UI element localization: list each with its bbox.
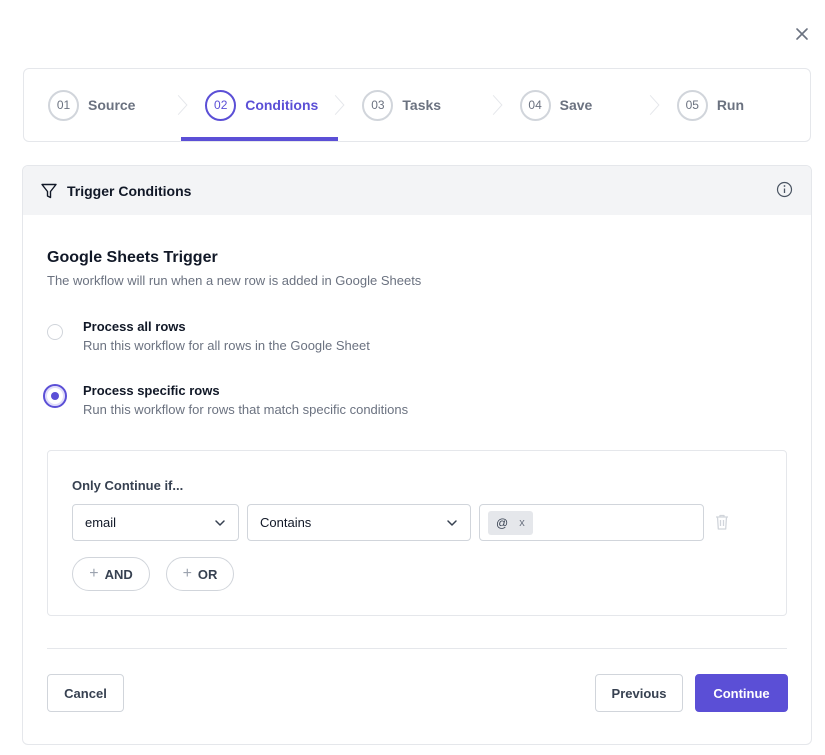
trigger-conditions-panel: Trigger Conditions Google Sheets Trigger…	[22, 165, 812, 745]
value-input[interactable]: @ x	[479, 504, 704, 541]
step-separator	[492, 94, 503, 116]
step-number: 05	[676, 89, 708, 121]
step-label: Run	[716, 97, 745, 113]
value-tag-text: @	[496, 515, 509, 530]
step-save[interactable]: 04 Save	[496, 69, 660, 141]
stepper: 01 Source 02 Conditions 03 Tasks 04 Save…	[23, 68, 811, 142]
step-run[interactable]: 05 Run	[653, 69, 810, 141]
operator-select[interactable]: Contains	[247, 504, 471, 541]
previous-button[interactable]: Previous	[595, 674, 683, 712]
chevron-down-icon	[215, 520, 225, 526]
filter-icon	[41, 183, 57, 198]
radio-description: Run this workflow for all rows in the Go…	[83, 338, 370, 353]
radio-dot	[51, 392, 59, 400]
step-number: 01	[48, 89, 79, 121]
plus-icon: +	[182, 565, 192, 582]
add-or-button[interactable]: + OR	[166, 557, 234, 591]
footer-divider	[47, 648, 787, 649]
close-button[interactable]	[792, 24, 812, 44]
trash-icon[interactable]	[714, 513, 730, 531]
close-icon	[796, 28, 808, 40]
radio-button-selected[interactable]	[43, 384, 67, 408]
step-number: 02	[205, 89, 237, 121]
step-source[interactable]: 01 Source	[24, 69, 188, 141]
field-select-value: email	[85, 515, 117, 530]
radio-process-all-rows[interactable]: Process all rows Run this workflow for a…	[43, 318, 370, 356]
radio-text: Process specific rows Run this workflow …	[83, 382, 408, 420]
step-separator	[649, 94, 660, 116]
radio-description: Run this workflow for rows that match sp…	[83, 402, 409, 417]
radio-label: Process specific rows	[83, 383, 220, 398]
step-label: Source	[88, 97, 136, 113]
panel-title: Trigger Conditions	[67, 182, 192, 199]
condition-box: Only Continue if... email Contains @ x +…	[47, 450, 787, 616]
step-separator	[177, 94, 188, 116]
continue-button[interactable]: Continue	[695, 674, 788, 712]
radio-process-specific-rows[interactable]: Process specific rows Run this workflow …	[43, 382, 408, 420]
step-tasks[interactable]: 03 Tasks	[338, 69, 503, 141]
add-and-label: AND	[104, 566, 133, 582]
step-number: 03	[362, 89, 394, 121]
step-label: Save	[559, 97, 593, 113]
radio-button[interactable]	[47, 324, 63, 340]
section-title: Google Sheets Trigger	[47, 249, 218, 266]
cancel-button[interactable]: Cancel	[47, 674, 124, 712]
value-tag: @ x	[488, 510, 533, 535]
radio-label: Process all rows	[83, 319, 186, 334]
step-number: 04	[519, 89, 551, 121]
condition-title: Only Continue if...	[72, 478, 184, 493]
step-label: Conditions	[245, 97, 319, 113]
add-and-button[interactable]: + AND	[72, 557, 150, 591]
plus-icon: +	[89, 565, 99, 582]
info-icon[interactable]	[776, 181, 793, 198]
step-separator	[335, 94, 345, 116]
radio-text: Process all rows Run this workflow for a…	[83, 318, 370, 356]
section-subtitle: The workflow will run when a new row is …	[47, 273, 422, 288]
chevron-down-icon	[447, 520, 457, 526]
remove-tag-icon[interactable]: x	[519, 517, 525, 529]
add-or-label: OR	[197, 566, 218, 582]
step-conditions[interactable]: 02 Conditions	[181, 69, 345, 141]
panel-header: Trigger Conditions	[23, 166, 811, 215]
field-select[interactable]: email	[72, 504, 239, 541]
step-label: Tasks	[402, 97, 442, 113]
operator-select-value: Contains	[260, 515, 312, 530]
